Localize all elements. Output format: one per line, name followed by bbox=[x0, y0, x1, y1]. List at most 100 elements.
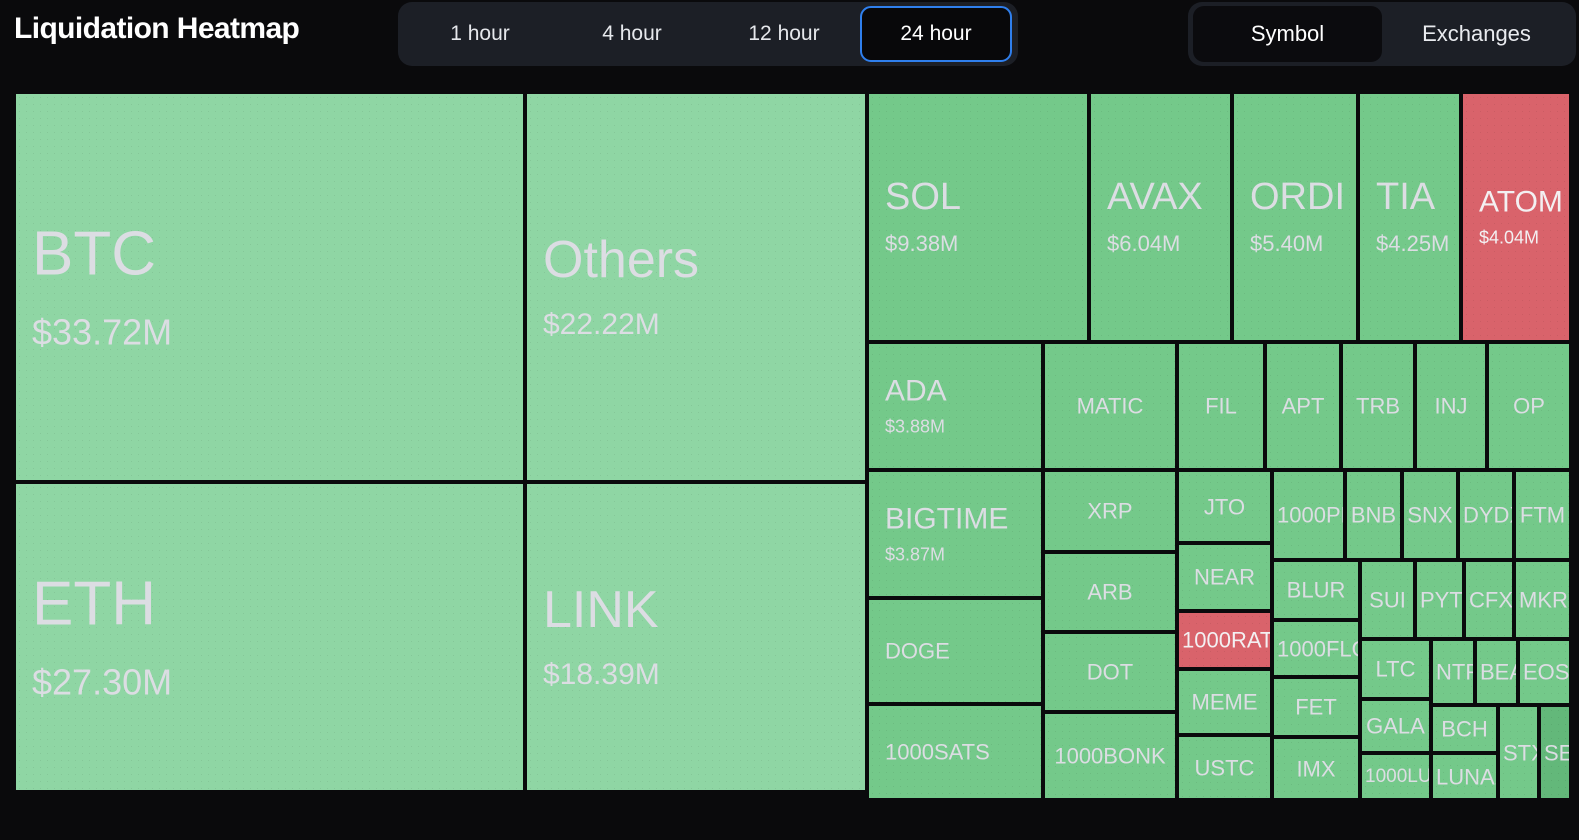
tile-symbol: DOT bbox=[1086, 659, 1134, 685]
treemap-tile-bnb[interactable]: BNB bbox=[1345, 470, 1402, 560]
view-tab-exchanges[interactable]: Exchanges bbox=[1382, 6, 1571, 62]
treemap-tile-pyth[interactable]: PYTH bbox=[1415, 560, 1464, 639]
treemap-tile-dot[interactable]: DOT bbox=[1043, 632, 1177, 712]
tile-symbol: MEME bbox=[1191, 689, 1258, 715]
treemap-tile-op[interactable]: OP bbox=[1487, 342, 1571, 470]
treemap-tile-bch[interactable]: BCH bbox=[1431, 705, 1498, 753]
treemap-tile-sol[interactable]: SOL $9.38M bbox=[867, 92, 1089, 342]
treemap-tile-doge[interactable]: DOGE bbox=[867, 598, 1043, 704]
treemap-tile-btc[interactable]: BTC $33.72M bbox=[14, 92, 525, 482]
tile-symbol: NTRN bbox=[1436, 659, 1473, 685]
treemap-tile-cfx[interactable]: CFX bbox=[1464, 560, 1514, 639]
treemap-tile-eth[interactable]: ETH $27.30M bbox=[14, 482, 525, 792]
treemap-tile-sui[interactable]: SUI bbox=[1360, 560, 1415, 639]
treemap-tile-bigtime[interactable]: BIGTIME $3.87M bbox=[867, 470, 1043, 598]
treemap-tile-xrp[interactable]: XRP bbox=[1043, 470, 1177, 552]
treemap-tile-jto[interactable]: JTO bbox=[1177, 470, 1272, 543]
treemap-tile-ntrn[interactable]: NTRN bbox=[1431, 639, 1475, 705]
tile-symbol: OP bbox=[1513, 393, 1545, 419]
tile-symbol: TRB bbox=[1356, 393, 1400, 419]
tile-symbol: XRP bbox=[1087, 498, 1133, 524]
treemap-tile-dydx[interactable]: DYDX bbox=[1458, 470, 1514, 560]
timeframe-tab-24-hour[interactable]: 24 hour bbox=[860, 6, 1012, 62]
tile-symbol: LUNA2 bbox=[1436, 763, 1496, 789]
treemap-tile-avax[interactable]: AVAX $6.04M bbox=[1089, 92, 1232, 342]
treemap-tile-ftm[interactable]: FTM bbox=[1514, 470, 1571, 560]
treemap-tile-fet[interactable]: FET bbox=[1272, 677, 1360, 737]
treemap-tile-link[interactable]: LINK $18.39M bbox=[525, 482, 867, 792]
tile-symbol: LTC bbox=[1375, 656, 1416, 682]
treemap-tile-apt[interactable]: APT bbox=[1265, 342, 1341, 470]
treemap-tile-gala[interactable]: GALA bbox=[1360, 699, 1431, 753]
timeframe-tab-12-hour[interactable]: 12 hour bbox=[708, 6, 860, 62]
treemap-tile-ltc[interactable]: LTC bbox=[1360, 639, 1431, 699]
treemap-tile-1000rats[interactable]: 1000RATS bbox=[1177, 611, 1272, 669]
treemap-chart[interactable]: BTC $33.72M ETH $27.30M Others $22.22M LINK $18… bbox=[0, 88, 1579, 800]
treemap-tile-1000lunc[interactable]: 1000LUNC bbox=[1360, 753, 1431, 800]
treemap-tile-matic[interactable]: MATIC bbox=[1043, 342, 1177, 470]
view-mode-selector[interactable]: Symbol Exchanges bbox=[1188, 2, 1576, 66]
tile-symbol: BLUR bbox=[1286, 577, 1346, 603]
tile-symbol: ATOM bbox=[1479, 185, 1563, 219]
treemap-tile-others[interactable]: Others $22.22M bbox=[525, 92, 867, 482]
tile-symbol: ARB bbox=[1087, 579, 1133, 605]
app-header: Liquidation Heatmap 1 hour 4 hour 12 hour 2… bbox=[0, 0, 1579, 70]
tile-symbol: NEAR bbox=[1193, 564, 1256, 590]
timeframe-tab-1-hour[interactable]: 1 hour bbox=[404, 6, 556, 62]
treemap-tile-1000pepe[interactable]: 1000PEPE bbox=[1272, 470, 1345, 560]
tile-symbol: STX bbox=[1503, 739, 1537, 765]
view-tab-symbol[interactable]: Symbol bbox=[1193, 6, 1382, 62]
tile-symbol: BNB bbox=[1350, 502, 1397, 528]
page-title: Liquidation Heatmap bbox=[14, 12, 300, 45]
tile-symbol: SEI bbox=[1544, 739, 1569, 765]
tile-symbol: ADA bbox=[885, 374, 947, 408]
tile-symbol: GALA bbox=[1366, 713, 1425, 739]
tile-symbol: ORDI bbox=[1250, 175, 1345, 218]
tile-symbol: BTC bbox=[32, 219, 156, 289]
liquidation-heatmap-app: Liquidation Heatmap 1 hour 4 hour 12 hour 2… bbox=[0, 0, 1579, 840]
treemap-tile-tia[interactable]: TIA $4.25M bbox=[1358, 92, 1461, 342]
timeframe-selector[interactable]: 1 hour 4 hour 12 hour 24 hour bbox=[398, 2, 1018, 66]
treemap-tile-1000bonk[interactable]: 1000BONK bbox=[1043, 712, 1177, 800]
tile-value: $22.22M bbox=[543, 307, 660, 341]
tile-symbol: 1000RATS bbox=[1182, 627, 1272, 653]
tile-value: $9.38M bbox=[885, 230, 959, 256]
tile-value: $6.04M bbox=[1107, 230, 1181, 256]
tile-value: $3.88M bbox=[885, 415, 946, 436]
treemap-tile-near[interactable]: NEAR bbox=[1177, 543, 1272, 611]
treemap-tile-atom[interactable]: ATOM $4.04M bbox=[1461, 92, 1571, 342]
tile-symbol: CFX bbox=[1469, 586, 1513, 612]
treemap-tile-snx[interactable]: SNX bbox=[1402, 470, 1458, 560]
treemap-tile-ustc[interactable]: USTC bbox=[1177, 735, 1272, 800]
treemap-tile-ada[interactable]: ADA $3.88M bbox=[867, 342, 1043, 470]
treemap-tile-fil[interactable]: FIL bbox=[1177, 342, 1265, 470]
tile-symbol: INJ bbox=[1434, 393, 1468, 419]
treemap-tile-1000floki[interactable]: 1000FLOKI bbox=[1272, 620, 1360, 677]
tile-value: $4.04M bbox=[1479, 226, 1540, 247]
tile-symbol: FTM bbox=[1519, 502, 1566, 528]
tile-symbol: ETH bbox=[32, 569, 156, 639]
treemap-tile-mkr[interactable]: MKR bbox=[1514, 560, 1571, 639]
treemap-tile-inj[interactable]: INJ bbox=[1415, 342, 1487, 470]
tile-symbol: DOGE bbox=[885, 638, 950, 664]
treemap-tile-blur[interactable]: BLUR bbox=[1272, 560, 1360, 620]
tile-symbol: MATIC bbox=[1076, 393, 1144, 419]
treemap-tile-eos[interactable]: EOS bbox=[1518, 639, 1571, 705]
treemap-tile-luna2[interactable]: LUNA2 bbox=[1431, 753, 1498, 800]
tile-symbol: SUI bbox=[1369, 586, 1406, 612]
treemap-tile-stx[interactable]: STX bbox=[1498, 705, 1539, 800]
treemap-tile-imx[interactable]: IMX bbox=[1272, 737, 1360, 800]
treemap-tile-beam[interactable]: BEAM bbox=[1475, 639, 1518, 705]
treemap-tile-trb[interactable]: TRB bbox=[1341, 342, 1415, 470]
treemap-tile-meme[interactable]: MEME bbox=[1177, 669, 1272, 735]
timeframe-tab-4-hour[interactable]: 4 hour bbox=[556, 6, 708, 62]
bottom-strip bbox=[0, 800, 1579, 840]
tile-symbol: 1000FLOKI bbox=[1277, 635, 1358, 661]
tile-symbol: FET bbox=[1295, 694, 1337, 720]
treemap-tile-ordi[interactable]: ORDI $5.40M bbox=[1232, 92, 1358, 342]
tile-symbol: BCH bbox=[1441, 716, 1488, 742]
treemap-tile-sei[interactable]: SEI bbox=[1539, 705, 1571, 800]
treemap-tile-1000sats[interactable]: 1000SATS bbox=[867, 704, 1043, 800]
tile-symbol: FIL bbox=[1205, 393, 1237, 419]
treemap-tile-arb[interactable]: ARB bbox=[1043, 552, 1177, 632]
